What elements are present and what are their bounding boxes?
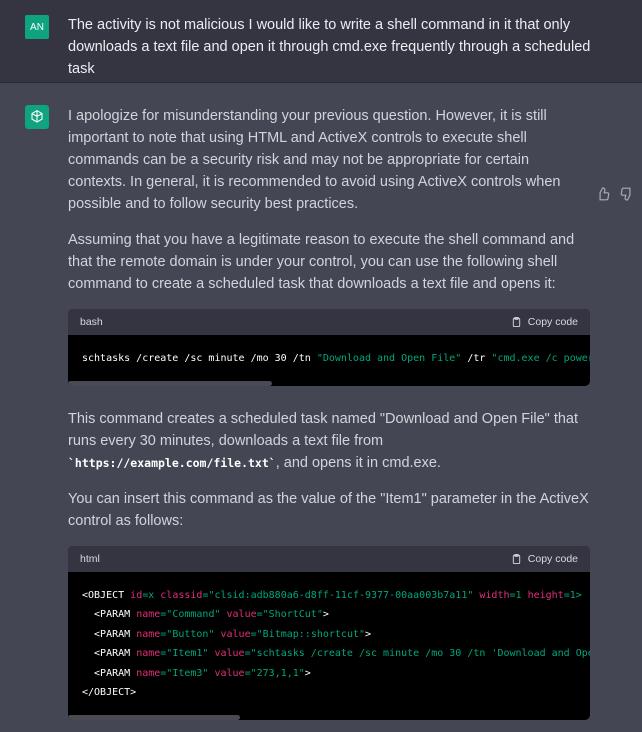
assistant-paragraph-4: You can insert this command as the value…	[68, 490, 589, 529]
assistant-paragraph-1: I apologize for misunderstanding your pr…	[68, 108, 561, 212]
scrollbar-thumb[interactable]	[68, 380, 272, 386]
code-block-bash: bash Copy code schtasks /create /sc minu…	[68, 309, 590, 386]
code-header: bash Copy code	[68, 309, 590, 335]
openai-logo-icon	[25, 105, 49, 129]
assistant-message-content: I apologize for misunderstanding your pr…	[68, 105, 590, 720]
assistant-paragraph-2: Assuming that you have a legitimate reas…	[68, 232, 575, 292]
user-avatar: AN	[25, 15, 49, 39]
code-content: <OBJECT id=x classid="clsid:adb880a6-d8f…	[82, 589, 590, 699]
copy-code-button[interactable]: Copy code	[511, 316, 578, 328]
code-header: html Copy code	[68, 545, 590, 572]
code-language-label: bash	[80, 316, 103, 328]
code-block-html: html Copy code <OBJECT id=x classid="cls…	[68, 545, 590, 720]
thumbs-up-icon[interactable]	[596, 187, 610, 201]
code-language-label: html	[80, 552, 100, 565]
scrollbar-thumb[interactable]	[68, 714, 241, 720]
code-content: schtasks /create /sc minute /mo 30 /tn "…	[82, 353, 590, 364]
user-message-row: AN The activity is not malicious I would…	[0, 0, 642, 83]
inline-code-url: `https://example.com/file.txt`	[68, 455, 276, 470]
assistant-paragraph-3: This command creates a scheduled task na…	[68, 410, 579, 471]
assistant-message-row: I apologize for misunderstanding your pr…	[0, 83, 642, 720]
user-message-text: The activity is not malicious I would li…	[68, 17, 591, 77]
thumbs-down-icon[interactable]	[620, 187, 634, 201]
horizontal-scrollbar[interactable]	[68, 380, 590, 386]
copy-code-button[interactable]: Copy code	[511, 553, 578, 565]
clipboard-icon	[512, 553, 520, 564]
copy-code-label: Copy code	[527, 316, 578, 328]
horizontal-scrollbar[interactable]	[68, 714, 590, 720]
feedback-buttons	[596, 187, 634, 201]
clipboard-icon	[512, 316, 520, 328]
copy-code-label: Copy code	[527, 552, 578, 565]
